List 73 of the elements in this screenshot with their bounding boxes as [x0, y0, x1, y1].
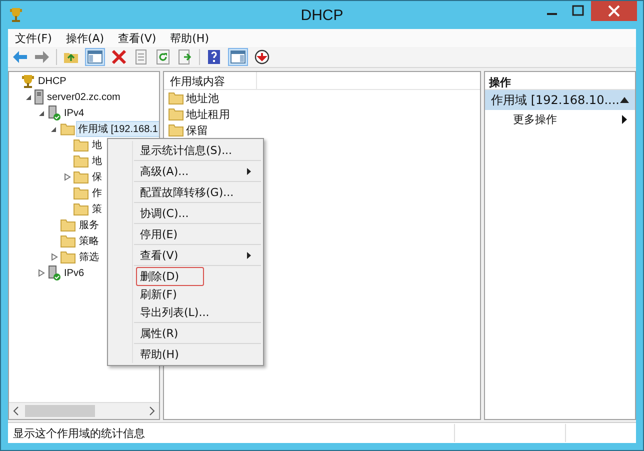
context-menu-item[interactable]: 刷新(F)	[136, 284, 181, 304]
server-check-icon	[47, 265, 61, 281]
window-title: DHCP	[300, 6, 344, 24]
trophy-icon	[9, 7, 23, 23]
context-menu-item[interactable]: 导出列表(L)...	[136, 302, 214, 322]
tree-item[interactable]: 作	[91, 186, 103, 200]
menu-item[interactable]: 帮助(H)	[170, 30, 209, 46]
folder-icon	[60, 218, 76, 232]
list-item[interactable]: 地址池	[186, 90, 219, 106]
context-menu-item[interactable]: 配置故障转移(G)...	[136, 182, 238, 202]
context-menu-item[interactable]: 帮助(H)	[136, 344, 183, 364]
properties-icon[interactable]	[133, 49, 149, 65]
context-menu-item[interactable]: 停用(E)	[136, 224, 182, 244]
tree-item[interactable]: 作用域 [192.168.1	[76, 122, 159, 136]
column-header[interactable]: 作用域内容	[164, 72, 257, 89]
context-menu-item[interactable]: 显示统计信息(S)...	[136, 140, 236, 160]
folder-icon	[73, 138, 89, 152]
tree-item[interactable]: 地	[91, 138, 103, 152]
tree-item[interactable]: 保	[91, 170, 103, 184]
submenu-arrow-icon	[622, 114, 627, 124]
status-text: 显示这个作用域的统计信息	[13, 426, 146, 440]
console-tree-icon[interactable]	[85, 48, 105, 66]
refresh-icon[interactable]	[155, 49, 171, 65]
tree-item[interactable]: 筛选	[78, 250, 100, 264]
horizontal-scrollbar[interactable]	[9, 402, 159, 419]
context-menu-item[interactable]: 协调(C)...	[136, 204, 193, 222]
tree-item[interactable]: 策略	[78, 234, 100, 248]
folder-icon	[60, 122, 75, 136]
trophy-icon	[21, 74, 35, 88]
collapse-arrow-icon	[620, 97, 629, 103]
folder-icon	[168, 107, 184, 121]
expanded-arrow-icon[interactable]	[38, 110, 44, 116]
forward-arrow-icon[interactable]	[34, 50, 50, 64]
tree-item[interactable]: IPv6	[63, 268, 86, 278]
context-menu-item[interactable]: 高级(A)...	[136, 162, 193, 180]
collapsed-arrow-icon[interactable]	[50, 253, 58, 261]
context-menu-item[interactable]: 删除(D)	[136, 266, 204, 286]
server-check-icon	[47, 105, 61, 121]
action-pane-icon[interactable]	[228, 48, 248, 66]
tree-item[interactable]: server02.zc.com	[46, 92, 122, 102]
folder-icon	[73, 170, 89, 184]
folder-icon	[60, 250, 76, 264]
menu-item[interactable]: 查看(V)	[118, 30, 156, 46]
server-icon	[34, 89, 44, 105]
actions-section-header[interactable]: 作用域 [192.168.10....	[485, 90, 635, 110]
folder-icon	[73, 186, 89, 200]
folder-icon	[168, 91, 184, 105]
tree-item[interactable]: 服务	[78, 218, 100, 232]
back-arrow-icon[interactable]	[12, 50, 28, 64]
expanded-arrow-icon[interactable]	[50, 126, 58, 132]
delete-icon[interactable]	[111, 49, 127, 65]
tree-item[interactable]: DHCP	[37, 76, 68, 86]
down-arrow-circle-icon[interactable]	[254, 49, 270, 65]
folder-icon	[73, 202, 89, 216]
folder-up-icon[interactable]	[63, 50, 79, 64]
collapsed-arrow-icon[interactable]	[38, 269, 44, 277]
list-item[interactable]: 保留	[186, 122, 208, 138]
help-icon[interactable]	[206, 49, 222, 65]
tree-item[interactable]: 地	[91, 154, 103, 168]
context-menu-item[interactable]: 属性(R)	[136, 324, 182, 342]
expanded-arrow-icon[interactable]	[24, 94, 32, 100]
list-item[interactable]: 地址租用	[186, 106, 230, 122]
collapsed-arrow-icon[interactable]	[64, 173, 70, 181]
menu-item[interactable]: 文件(F)	[15, 30, 52, 46]
tree-item[interactable]: IPv4	[63, 108, 86, 118]
tree-item[interactable]: 策	[91, 202, 103, 216]
folder-icon	[60, 234, 76, 248]
folder-icon	[73, 154, 89, 168]
context-menu-item[interactable]: 查看(V)	[136, 246, 182, 264]
close-icon[interactable]	[591, 1, 637, 21]
menu-item[interactable]: 操作(A)	[66, 30, 104, 46]
export-icon[interactable]	[177, 49, 193, 65]
action-link[interactable]: 更多操作	[513, 112, 557, 126]
